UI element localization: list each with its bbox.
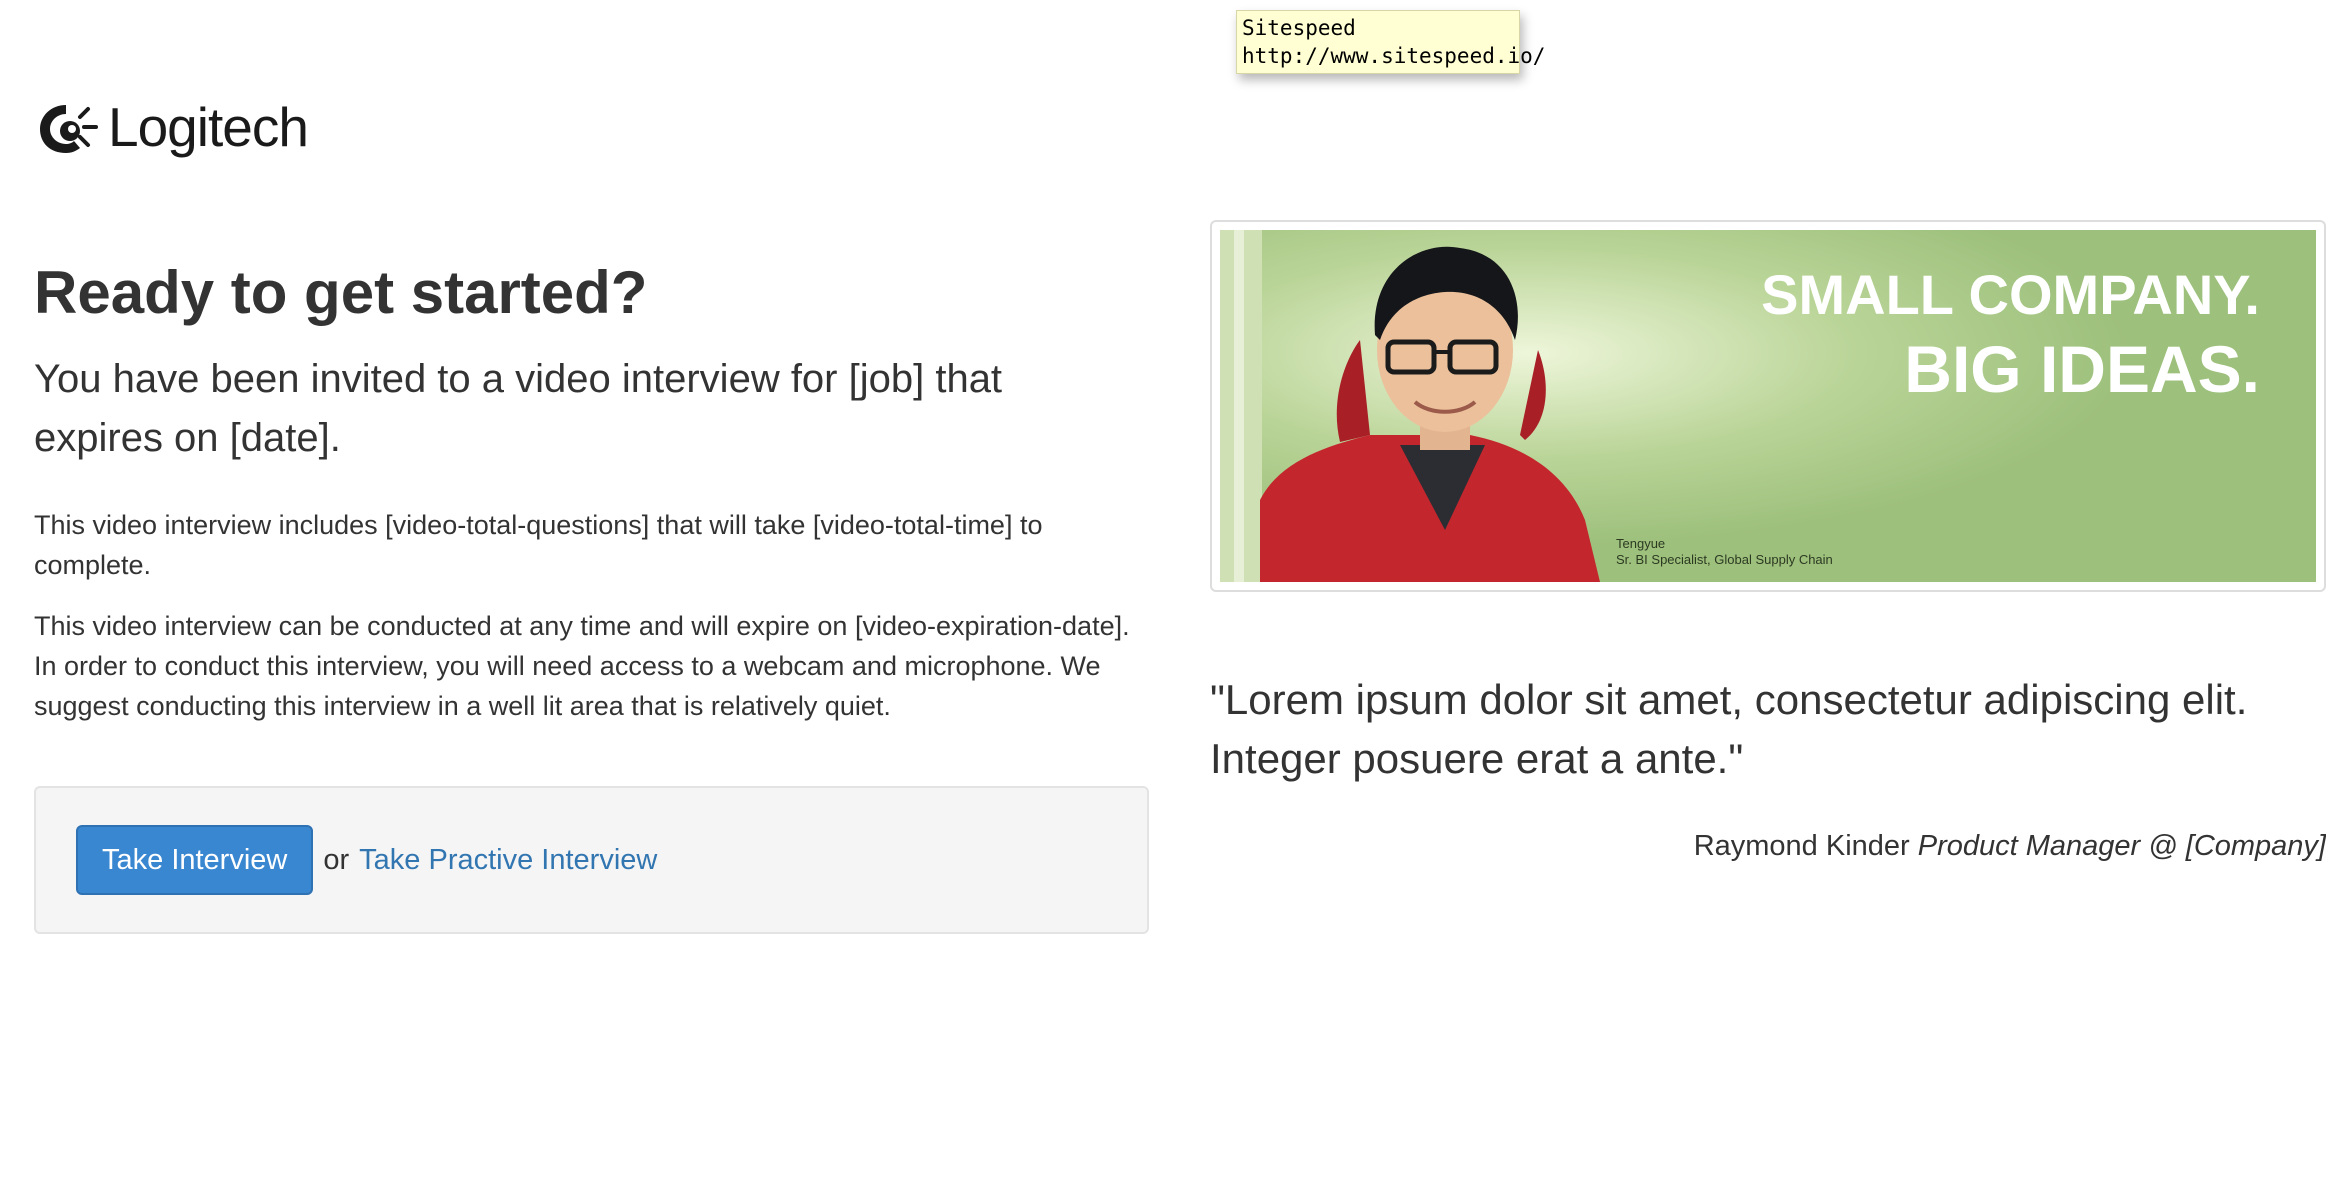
- testimonial-author: Raymond Kinder: [1693, 830, 1910, 862]
- interview-details-text: This video interview includes [video-tot…: [34, 510, 1043, 580]
- logitech-logo[interactable]: Logitech: [36, 92, 309, 162]
- interview-requirements-text: This video interview can be conducted at…: [34, 611, 1130, 721]
- url-tooltip: Sitespeed http://www.sitespeed.io/: [1236, 10, 1546, 74]
- tooltip-title: Sitespeed: [1242, 16, 1356, 40]
- invite-lead: You have been invited to a video intervi…: [34, 357, 1003, 460]
- testimonial-quote: "Lorem ipsum dolor sit amet, consectetur…: [1210, 676, 2248, 782]
- banner-headline-2: BIG IDEAS.: [1904, 332, 2260, 406]
- take-interview-button[interactable]: Take Interview: [76, 825, 314, 895]
- banner-headline-1: SMALL COMPANY.: [1761, 263, 2260, 326]
- banner-person-title: Sr. BI Specialist, Global Supply Chain: [1616, 552, 1833, 567]
- logo-wordmark: Logitech: [108, 95, 309, 158]
- page-title: Ready to get started?: [34, 259, 648, 326]
- banner-image: SMALL COMPANY. BIG IDEAS. Tengyue Sr. BI…: [1220, 230, 2316, 582]
- logitech-logo-icon: [40, 105, 98, 153]
- hero-banner: SMALL COMPANY. BIG IDEAS. Tengyue Sr. BI…: [1210, 220, 2326, 592]
- testimonial-role: Product Manager @ [Company]: [1917, 830, 2326, 862]
- action-well: Take Interview or Take Practive Intervie…: [34, 786, 1149, 934]
- testimonial-citation: Raymond Kinder Product Manager @ [Compan…: [1210, 830, 2326, 863]
- banner-person-name: Tengyue: [1616, 536, 1665, 551]
- tooltip-url: http://www.sitespeed.io/: [1242, 44, 1546, 68]
- take-practice-interview-link[interactable]: Take Practive Interview: [359, 844, 657, 877]
- or-separator: or: [323, 843, 350, 876]
